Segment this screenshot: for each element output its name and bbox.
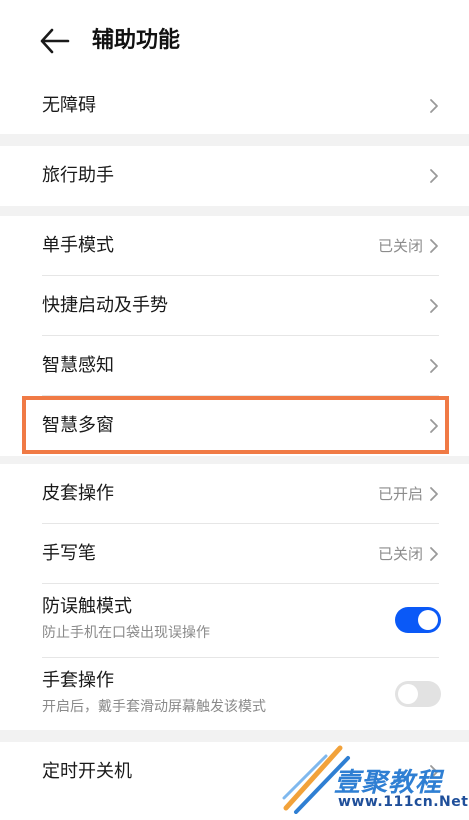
row-label: 手套操作 [42, 670, 114, 691]
toggle-knob [398, 684, 418, 704]
row-travel-assistant[interactable]: 旅行助手 [0, 146, 469, 206]
row-description: 开启后，戴手套滑动屏幕触发该模式 [42, 699, 266, 715]
accidental-touch-toggle[interactable] [395, 607, 441, 633]
chevron-right-icon [430, 487, 438, 501]
settings-group-2: 旅行助手 [0, 146, 469, 206]
row-smart-sensing[interactable]: 智慧感知 [0, 336, 469, 396]
row-label: 手写笔 [42, 543, 96, 564]
row-accessibility[interactable]: 无障碍 [0, 78, 469, 134]
status-text: 已关闭 [377, 545, 423, 563]
row-label: 定时开关机 [42, 761, 132, 782]
chevron-right-icon [430, 99, 438, 113]
toggle-knob [418, 610, 438, 630]
row-description: 防止手机在口袋出现误操作 [42, 625, 210, 641]
row-label: 单手模式 [42, 235, 114, 256]
row-label: 皮套操作 [42, 483, 114, 504]
row-label: 防误触模式 [42, 596, 132, 617]
status-text: 已关闭 [377, 237, 423, 255]
chevron-right-icon [430, 239, 438, 253]
row-glove-mode[interactable]: 手套操作 开启后，戴手套滑动屏幕触发该模式 [0, 658, 469, 730]
watermark: 壹聚教程 www.111cn.Net [282, 742, 468, 814]
row-one-handed-mode[interactable]: 单手模式 已关闭 [0, 216, 469, 276]
row-label: 智慧感知 [42, 355, 114, 376]
chevron-right-icon [430, 299, 438, 313]
chevron-right-icon [430, 359, 438, 373]
watermark-url: www.111cn.Net [338, 794, 469, 810]
row-stylus[interactable]: 手写笔 已关闭 [0, 524, 469, 584]
back-arrow-icon[interactable] [38, 26, 72, 56]
row-label: 旅行助手 [42, 165, 114, 186]
settings-group-4: 皮套操作 已开启 手写笔 已关闭 防误触模式 防止手机在口袋出现误操作 手套操作… [0, 464, 469, 730]
settings-group-1: 无障碍 [0, 78, 469, 134]
row-accidental-touch[interactable]: 防误触模式 防止手机在口袋出现误操作 [0, 584, 469, 656]
header: 辅助功能 [0, 0, 469, 78]
page-title: 辅助功能 [92, 28, 181, 53]
row-label: 无障碍 [42, 95, 96, 116]
row-label: 快捷启动及手势 [42, 295, 168, 316]
glove-mode-toggle[interactable] [395, 681, 441, 707]
row-flip-cover[interactable]: 皮套操作 已开启 [0, 464, 469, 524]
row-shortcuts-gestures[interactable]: 快捷启动及手势 [0, 276, 469, 336]
highlight-annotation-box [22, 396, 449, 454]
chevron-right-icon [430, 547, 438, 561]
chevron-right-icon [430, 169, 438, 183]
status-text: 已开启 [377, 485, 423, 503]
